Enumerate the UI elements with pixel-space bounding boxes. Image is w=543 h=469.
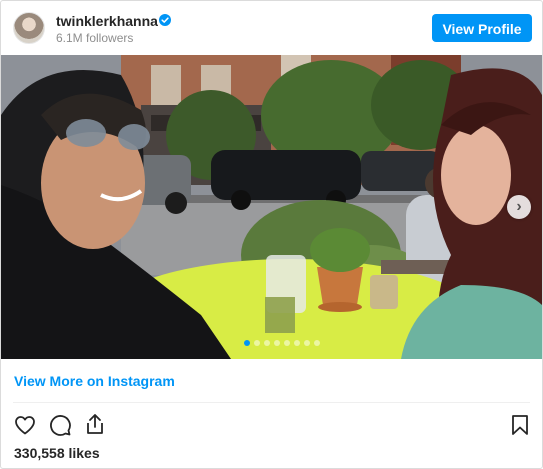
view-more-link[interactable]: View More on Instagram <box>14 373 175 389</box>
divider <box>13 402 530 403</box>
heart-icon[interactable] <box>13 413 37 437</box>
instagram-embed: twinklerkhanna 6.1M followers View Profi… <box>0 0 543 469</box>
carousel-dot <box>284 340 290 346</box>
follower-count: 6.1M followers <box>56 31 134 45</box>
share-icon[interactable] <box>83 412 107 436</box>
view-profile-button[interactable]: View Profile <box>432 14 532 42</box>
carousel-dot <box>254 340 260 346</box>
carousel-dot <box>244 340 250 346</box>
post-header: twinklerkhanna 6.1M followers View Profi… <box>1 1 542 55</box>
carousel-indicator <box>244 340 320 346</box>
profile-avatar[interactable] <box>13 12 45 44</box>
comment-icon[interactable] <box>48 413 72 437</box>
post-photo[interactable] <box>1 55 542 359</box>
carousel-dot <box>264 340 270 346</box>
bookmark-icon[interactable] <box>508 413 532 437</box>
carousel-dot <box>274 340 280 346</box>
verified-badge-icon <box>159 14 171 26</box>
next-slide-button[interactable]: › <box>507 195 531 219</box>
chevron-right-icon: › <box>516 198 522 215</box>
post-image <box>1 55 542 359</box>
username[interactable]: twinklerkhanna <box>56 13 158 29</box>
carousel-dot <box>294 340 300 346</box>
carousel-dot <box>314 340 320 346</box>
carousel-dot <box>304 340 310 346</box>
like-count: 330,558 likes <box>14 445 100 461</box>
